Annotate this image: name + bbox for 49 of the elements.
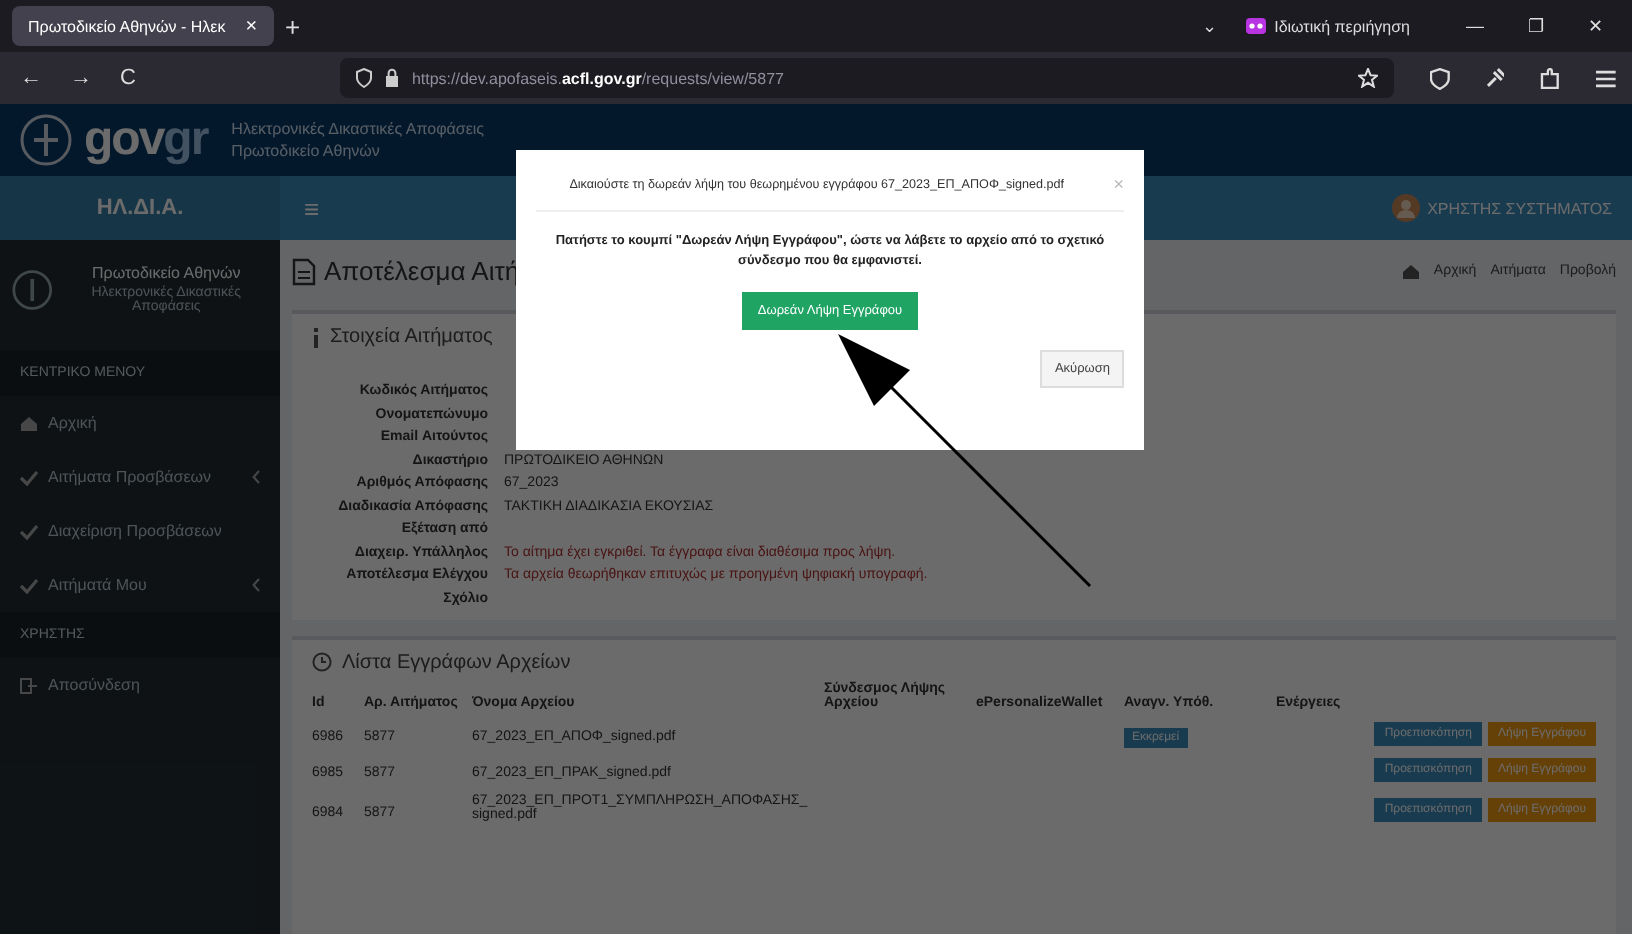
tab-list-button[interactable]: ⌄ [1186, 16, 1235, 36]
check-icon [20, 577, 38, 593]
close-button[interactable]: ✕ [1572, 16, 1620, 36]
star-icon[interactable] [1357, 68, 1378, 88]
court-name: Πρωτοδικείο Αθηνών [92, 264, 241, 282]
sidebar-item[interactable]: Αποσύνδεση [0, 658, 280, 712]
minimize-button[interactable]: — [1450, 16, 1500, 36]
chevron-icon [252, 578, 260, 592]
browser-tab[interactable]: Πρωτοδικείο Αθηνών - Ηλεκ × [12, 6, 274, 46]
lock-icon [383, 68, 400, 88]
home-icon [1401, 263, 1420, 279]
clock-icon [312, 652, 332, 672]
avatar-icon [1391, 194, 1420, 222]
emblem-icon [12, 267, 53, 311]
user-name[interactable]: ΧΡΗΣΤΗΣ ΣΥΣΤΗΜΑΤΟΣ [1427, 199, 1612, 217]
sidebar-item[interactable]: Αρχική [0, 396, 280, 450]
site-subtitle: Πρωτοδικείο Αθηνών [231, 142, 382, 160]
mask-icon [1246, 18, 1267, 34]
sidebar-item[interactable]: Αιτήματά Μου [0, 558, 280, 612]
back-button[interactable]: ← [16, 66, 46, 90]
new-tab-button[interactable]: + [285, 11, 301, 41]
app-brand[interactable]: ΗΛ.ΔΙ.Α. [0, 176, 280, 240]
site-title: Ηλεκτρονικές Δικαστικές Αποφάσεις [231, 120, 485, 138]
dialog-close-button[interactable]: × [1113, 174, 1124, 194]
info-icon [312, 327, 320, 347]
logout-icon [20, 677, 38, 693]
reload-button[interactable]: C [116, 66, 140, 90]
check-icon [20, 523, 38, 539]
section-title: Στοιχεία Αιτήματος [330, 326, 493, 348]
check-icon [20, 469, 38, 485]
forward-button[interactable]: → [66, 66, 96, 90]
shield-icon[interactable] [1429, 67, 1450, 89]
menu-icon[interactable] [1596, 69, 1617, 87]
sidebar-item[interactable]: Αιτήματα Προσβάσεων [0, 450, 280, 504]
document-icon [292, 257, 316, 285]
url-text: https://dev.apofaseis.acfl.gov.gr/requests/view/5877 [411, 69, 784, 87]
restore-button[interactable]: ❐ [1512, 16, 1560, 36]
private-browsing-label: Ιδιωτική περιήγηση [1274, 17, 1410, 35]
address-field[interactable]: https://dev.apofaseis.acfl.gov.gr/requests/view/5877 [339, 58, 1394, 98]
home-icon [20, 415, 38, 431]
shield-icon [355, 68, 372, 88]
pin-icon[interactable] [1485, 68, 1505, 88]
puzzle-icon[interactable] [1540, 67, 1561, 89]
menu-toggle-button[interactable]: ≡ [280, 193, 344, 223]
tab-close-button[interactable]: × [245, 15, 258, 37]
chevron-icon [252, 470, 260, 484]
section-title: Λίστα Εγγράφων Αρχείων [342, 651, 571, 673]
sidebar-item[interactable]: Διαχείριση Προσβάσεων [0, 504, 280, 558]
emblem-icon [20, 114, 72, 166]
